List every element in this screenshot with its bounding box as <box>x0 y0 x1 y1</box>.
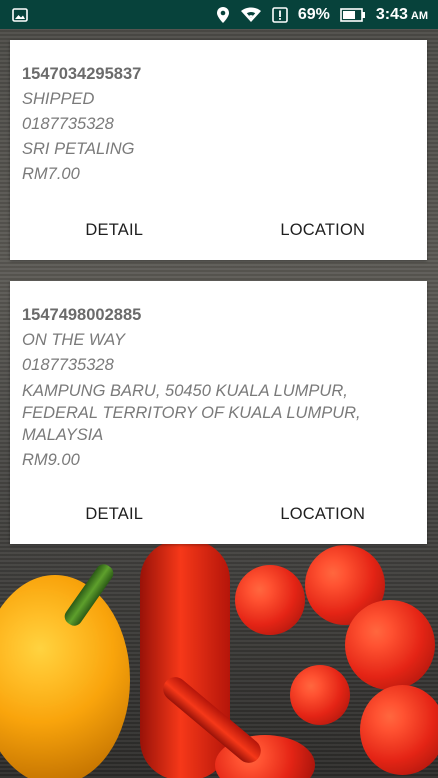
tomato-decoration-4 <box>290 665 350 725</box>
clock-am-pm: AM <box>410 9 428 22</box>
location-icon <box>216 6 230 24</box>
clock-time: 3:43 <box>375 5 408 23</box>
location-button[interactable]: LOCATION <box>219 216 428 244</box>
wifi-icon <box>240 6 262 23</box>
tomato-decoration-1 <box>235 565 305 635</box>
yellow-pepper-decoration <box>0 575 130 778</box>
order-status: SHIPPED <box>22 90 95 108</box>
order-address: SRI PETALING <box>22 140 135 158</box>
detail-button[interactable]: DETAIL <box>10 216 219 244</box>
clock: 3:43 AM <box>376 6 428 24</box>
alert-icon <box>272 6 288 23</box>
order-id: 1547498002885 <box>22 306 142 324</box>
location-button[interactable]: LOCATION <box>219 500 428 528</box>
battery-percentage: 69% <box>297 5 330 23</box>
order-phone: 0187735328 <box>22 356 114 374</box>
tomato-decoration-3 <box>345 600 435 690</box>
image-icon <box>12 7 28 22</box>
order-card: 1547498002885 ON THE WAY 0187735328 KAMP… <box>10 281 427 544</box>
tomato-decoration-5 <box>360 685 438 775</box>
order-phone: 0187735328 <box>22 115 114 133</box>
battery-icon <box>340 7 366 22</box>
detail-button[interactable]: DETAIL <box>10 500 219 528</box>
red-pepper-decoration <box>140 540 230 778</box>
order-card: 1547034295837 SHIPPED 0187735328 SRI PET… <box>10 40 427 260</box>
status-bar: 69% 3:43 AM <box>0 0 438 29</box>
order-price: RM9.00 <box>22 451 80 469</box>
order-status: ON THE WAY <box>22 331 125 349</box>
order-id: 1547034295837 <box>22 65 142 83</box>
order-address: KAMPUNG BARU, 50450 KUALA LUMPUR, FEDERA… <box>22 382 361 444</box>
card-actions: DETAIL LOCATION <box>10 500 427 528</box>
order-price: RM7.00 <box>22 165 80 183</box>
card-actions: DETAIL LOCATION <box>10 216 427 244</box>
